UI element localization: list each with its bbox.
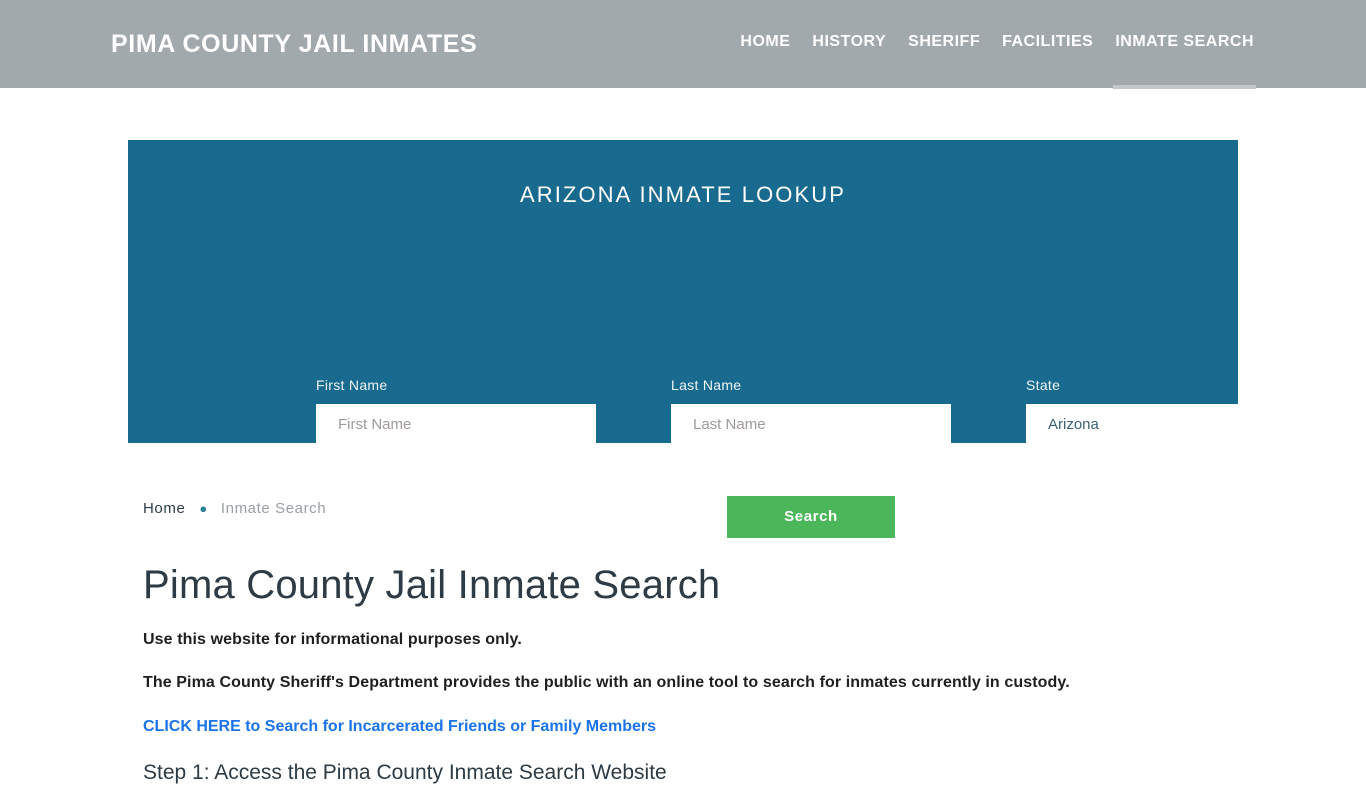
state-field-group: State (1026, 376, 1306, 445)
page-title: Pima County Jail Inmate Search (143, 563, 721, 607)
breadcrumb-separator-icon: ● (199, 501, 208, 516)
inmate-lookup-panel: ARIZONA INMATE LOOKUP First Name Last Na… (128, 140, 1306, 538)
main-content: Home ● Inmate Search Pima County Jail In… (143, 490, 1243, 786)
intro-paragraph-1: Use this website for informational purpo… (143, 631, 522, 648)
state-input[interactable] (1026, 404, 1306, 445)
breadcrumb: Home ● Inmate Search (143, 490, 1243, 517)
step-1-heading: Step 1: Access the Pima County Inmate Se… (143, 761, 667, 784)
nav-item-inmate-search[interactable]: INMATE SEARCH (1113, 31, 1256, 89)
first-name-input[interactable] (316, 404, 596, 445)
first-name-field-group: First Name (316, 376, 596, 445)
nav-item-facilities[interactable]: FACILITIES (1002, 31, 1093, 53)
header-inner: PIMA COUNTY JAIL INMATES HOME HISTORY SH… (0, 0, 1366, 89)
site-logo[interactable]: PIMA COUNTY JAIL INMATES (111, 29, 477, 59)
nav-item-history[interactable]: HISTORY (812, 31, 886, 53)
intro-paragraph-2: The Pima County Sheriff's Department pro… (143, 674, 1070, 691)
nav-item-home[interactable]: HOME (740, 31, 790, 53)
first-name-label: First Name (316, 377, 388, 393)
last-name-label: Last Name (671, 377, 742, 393)
site-header: PIMA COUNTY JAIL INMATES HOME HISTORY SH… (0, 0, 1366, 89)
breadcrumb-current-page: Inmate Search (220, 500, 327, 517)
last-name-input[interactable] (671, 404, 951, 445)
nav-item-sheriff[interactable]: SHERIFF (908, 31, 980, 53)
breadcrumb-home-link[interactable]: Home (143, 499, 185, 519)
state-label: State (1026, 377, 1061, 393)
main-navigation: HOME HISTORY SHERIFF FACILITIES INMATE S… (740, 31, 1256, 89)
inmate-search-cta-link[interactable]: CLICK HERE to Search for Incarcerated Fr… (143, 694, 1243, 738)
lookup-panel-title: ARIZONA INMATE LOOKUP (519, 182, 847, 207)
last-name-field-group: Last Name (671, 376, 951, 445)
